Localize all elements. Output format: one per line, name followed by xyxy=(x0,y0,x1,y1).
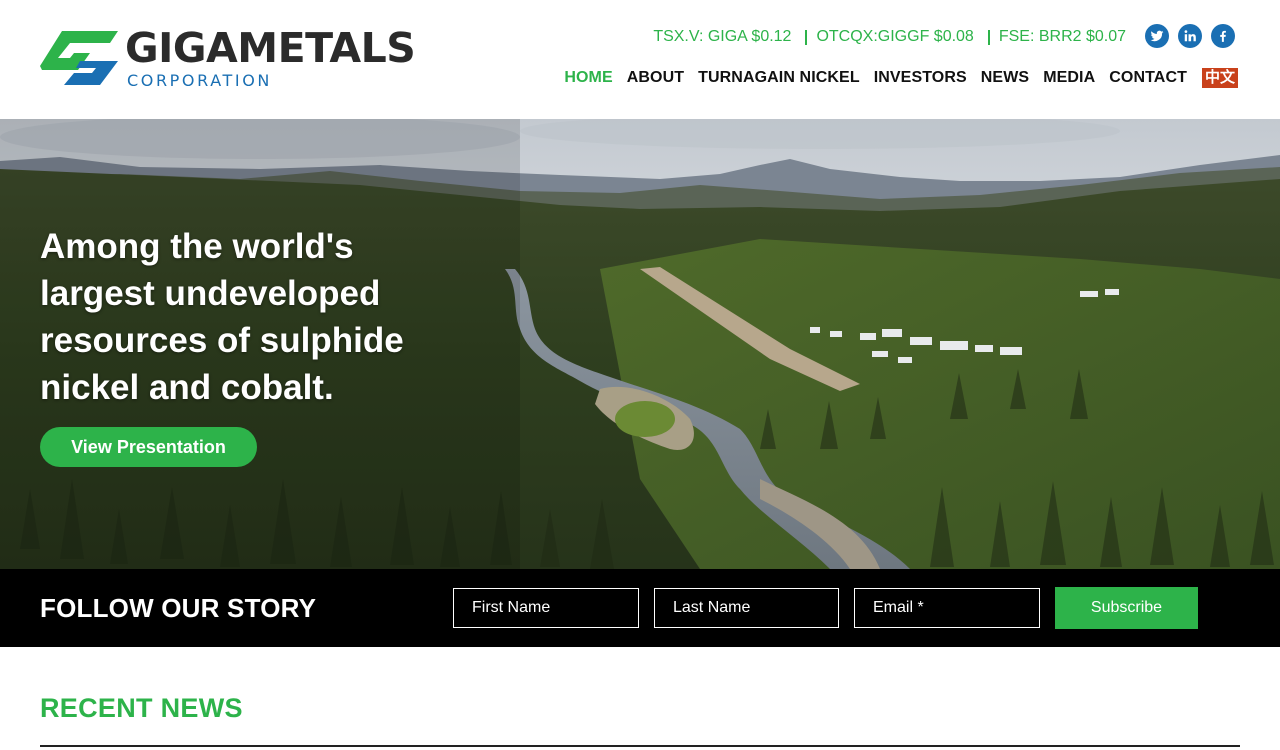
news-divider xyxy=(40,745,1240,747)
hero-banner: Among the world's largest undeveloped re… xyxy=(0,119,1280,569)
ticker-divider xyxy=(805,29,808,45)
site-header: GIGAMETALS CORPORATION TSX.V: GIGA $0.12… xyxy=(0,0,1280,119)
follow-our-story-heading: FOLLOW OUR STORY xyxy=(40,593,317,623)
main-nav: HOME ABOUT TURNAGAIN NICKEL INVESTORS NE… xyxy=(550,67,1238,89)
subscribe-button[interactable]: Subscribe xyxy=(1055,587,1198,629)
facebook-icon[interactable] xyxy=(1211,24,1235,48)
gigametals-logo[interactable]: GIGAMETALS CORPORATION xyxy=(40,26,416,92)
logo-subtitle: CORPORATION xyxy=(127,71,272,90)
last-name-field[interactable] xyxy=(654,588,839,628)
nav-item-news[interactable]: NEWS xyxy=(981,69,1029,87)
ticker-fse: FSE: BRR2 $0.07 xyxy=(998,28,1126,45)
stock-tickers: TSX.V: GIGA $0.12 OTCQX:GIGGF $0.08 FSE:… xyxy=(653,27,1126,47)
nav-item-investors[interactable]: INVESTORS xyxy=(874,69,967,87)
view-presentation-button[interactable]: View Presentation xyxy=(40,427,257,467)
ticker-divider xyxy=(987,29,990,45)
logo-wordmark: GIGAMETALS xyxy=(125,24,416,72)
language-switch-chinese[interactable]: 中文 xyxy=(1201,68,1238,88)
twitter-icon[interactable] xyxy=(1145,24,1169,48)
recent-news-heading: RECENT NEWS xyxy=(40,693,243,723)
nav-item-contact[interactable]: CONTACT xyxy=(1109,69,1187,87)
nav-item-turnagain-nickel[interactable]: TURNAGAIN NICKEL xyxy=(698,69,860,87)
linkedin-icon[interactable] xyxy=(1178,24,1202,48)
nav-item-media[interactable]: MEDIA xyxy=(1043,69,1095,87)
nav-item-about[interactable]: ABOUT xyxy=(627,69,684,87)
email-field[interactable] xyxy=(854,588,1040,628)
ticker-tsxv: TSX.V: GIGA $0.12 xyxy=(653,28,792,45)
logo-mark-icon xyxy=(40,31,118,85)
first-name-field[interactable] xyxy=(453,588,639,628)
nav-item-home[interactable]: HOME xyxy=(564,69,612,87)
social-links xyxy=(1145,24,1235,48)
hero-headline: Among the world's largest undeveloped re… xyxy=(40,227,404,407)
ticker-otcqx: OTCQX:GIGGF $0.08 xyxy=(816,28,974,45)
newsletter-signup-bar: FOLLOW OUR STORY Subscribe xyxy=(0,569,1280,647)
